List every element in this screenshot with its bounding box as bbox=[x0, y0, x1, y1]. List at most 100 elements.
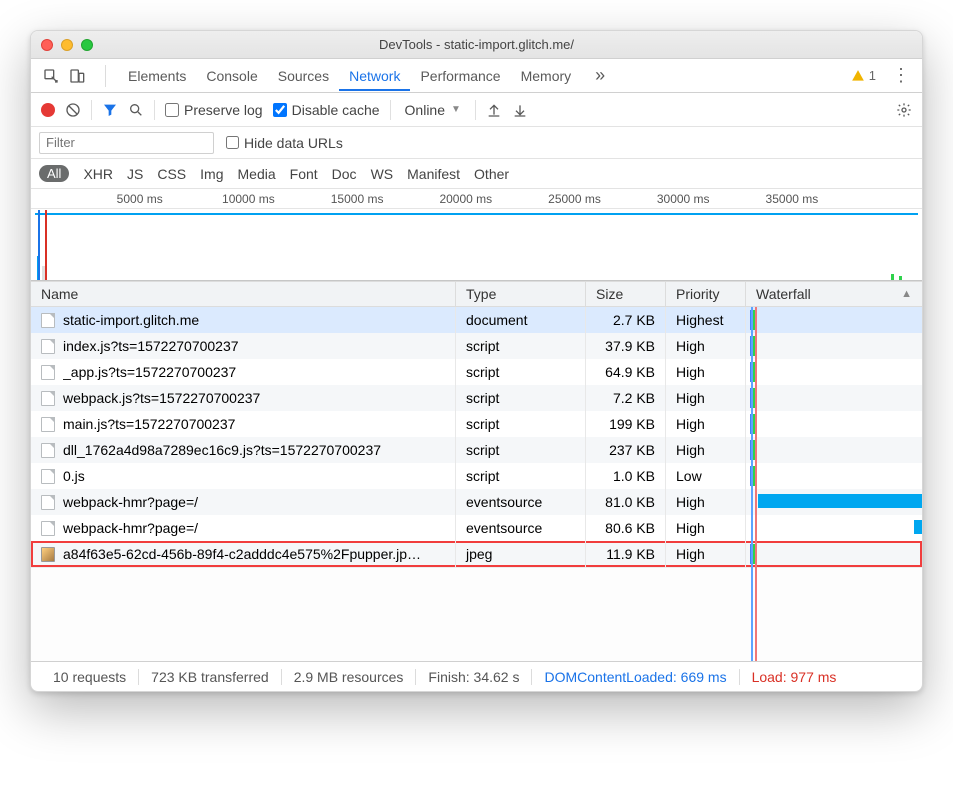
status-bar: 10 requests 723 KB transferred 2.9 MB re… bbox=[31, 661, 922, 691]
file-icon bbox=[41, 417, 55, 432]
row-name: 0.js bbox=[63, 468, 85, 484]
status-load: Load: 977 ms bbox=[740, 669, 837, 685]
device-toolbar-icon[interactable] bbox=[69, 68, 85, 84]
main-tabs: ElementsConsoleSourcesNetworkPerformance… bbox=[31, 59, 922, 93]
status-finish: Finish: 34.62 s bbox=[416, 669, 532, 685]
row-type: eventsource bbox=[456, 489, 586, 515]
filter-input[interactable] bbox=[39, 132, 214, 154]
timeline-overview[interactable]: 5000 ms10000 ms15000 ms20000 ms25000 ms3… bbox=[31, 189, 922, 281]
warnings-indicator[interactable]: 1 bbox=[851, 68, 876, 83]
filter-manifest[interactable]: Manifest bbox=[407, 166, 460, 182]
tab-elements[interactable]: Elements bbox=[118, 61, 196, 91]
row-priority: High bbox=[666, 437, 746, 463]
timeline-tick: 15000 ms bbox=[331, 192, 384, 206]
row-type: script bbox=[456, 411, 586, 437]
filter-all[interactable]: All bbox=[39, 165, 69, 182]
throttling-select[interactable]: Online ▼ bbox=[401, 102, 465, 118]
row-name: dll_1762a4d98a7289ec16c9.js?ts=157227070… bbox=[63, 442, 381, 458]
filter-ws[interactable]: WS bbox=[371, 166, 394, 182]
hide-data-urls-input[interactable] bbox=[226, 136, 239, 149]
filter-doc[interactable]: Doc bbox=[332, 166, 357, 182]
tab-memory[interactable]: Memory bbox=[511, 61, 582, 91]
hide-data-urls-checkbox[interactable]: Hide data URLs bbox=[226, 135, 343, 151]
row-size: 37.9 KB bbox=[586, 333, 666, 359]
clear-icon[interactable] bbox=[65, 102, 81, 118]
filter-font[interactable]: Font bbox=[290, 166, 318, 182]
filter-icon[interactable] bbox=[102, 102, 118, 118]
row-type: eventsource bbox=[456, 515, 586, 541]
titlebar: DevTools - static-import.glitch.me/ bbox=[31, 31, 922, 59]
filter-js[interactable]: JS bbox=[127, 166, 143, 182]
filter-other[interactable]: Other bbox=[474, 166, 509, 182]
col-priority[interactable]: Priority bbox=[666, 282, 746, 306]
network-toolbar: Preserve log Disable cache Online ▼ bbox=[31, 93, 922, 127]
disable-cache-checkbox[interactable]: Disable cache bbox=[273, 102, 380, 118]
row-name: index.js?ts=1572270700237 bbox=[63, 338, 239, 354]
status-domcontentloaded: DOMContentLoaded: 669 ms bbox=[532, 669, 739, 685]
timeline-tick: 30000 ms bbox=[657, 192, 710, 206]
row-name: main.js?ts=1572270700237 bbox=[63, 416, 235, 432]
col-size[interactable]: Size bbox=[586, 282, 666, 306]
row-size: 237 KB bbox=[586, 437, 666, 463]
settings-menu-button[interactable]: ⋮ bbox=[888, 65, 914, 86]
warning-count: 1 bbox=[869, 68, 876, 83]
row-size: 81.0 KB bbox=[586, 489, 666, 515]
disable-cache-input[interactable] bbox=[273, 103, 287, 117]
file-icon bbox=[41, 469, 55, 484]
filter-xhr[interactable]: XHR bbox=[83, 166, 113, 182]
tab-console[interactable]: Console bbox=[196, 61, 267, 91]
filter-row: Hide data URLs bbox=[31, 127, 922, 159]
row-size: 2.7 KB bbox=[586, 307, 666, 333]
row-priority: High bbox=[666, 515, 746, 541]
row-type: script bbox=[456, 333, 586, 359]
row-priority: Highest bbox=[666, 307, 746, 333]
inspect-icon[interactable] bbox=[43, 68, 59, 84]
preserve-log-checkbox[interactable]: Preserve log bbox=[165, 102, 263, 118]
row-name: _app.js?ts=1572270700237 bbox=[63, 364, 236, 380]
network-table: Name Type Size Priority Waterfall▲ stati… bbox=[31, 281, 922, 661]
upload-har-icon[interactable] bbox=[486, 102, 502, 118]
file-icon bbox=[41, 521, 55, 536]
row-type: script bbox=[456, 385, 586, 411]
file-icon bbox=[41, 339, 55, 354]
table-header: Name Type Size Priority Waterfall▲ bbox=[31, 281, 922, 307]
chevron-down-icon: ▼ bbox=[451, 104, 461, 115]
record-button[interactable] bbox=[41, 103, 55, 117]
filter-img[interactable]: Img bbox=[200, 166, 223, 182]
tab-performance[interactable]: Performance bbox=[410, 61, 510, 91]
status-requests: 10 requests bbox=[41, 669, 139, 685]
type-filters: All XHR JS CSS Img Media Font Doc WS Manifest Oth… bbox=[31, 159, 922, 189]
row-name: webpack-hmr?page=/ bbox=[63, 494, 198, 510]
download-har-icon[interactable] bbox=[512, 102, 528, 118]
filter-css[interactable]: CSS bbox=[157, 166, 186, 182]
filter-media[interactable]: Media bbox=[238, 166, 276, 182]
col-type[interactable]: Type bbox=[456, 282, 586, 306]
image-file-icon bbox=[41, 547, 55, 562]
row-type: script bbox=[456, 359, 586, 385]
row-size: 1.0 KB bbox=[586, 463, 666, 489]
file-icon bbox=[41, 443, 55, 458]
preserve-log-input[interactable] bbox=[165, 103, 179, 117]
row-size: 199 KB bbox=[586, 411, 666, 437]
timeline-tick: 10000 ms bbox=[222, 192, 275, 206]
row-name: webpack.js?ts=1572270700237 bbox=[63, 390, 260, 406]
row-priority: High bbox=[666, 333, 746, 359]
row-type: jpeg bbox=[456, 541, 586, 567]
tab-network[interactable]: Network bbox=[339, 61, 410, 91]
gear-icon[interactable] bbox=[896, 102, 912, 118]
file-icon bbox=[41, 495, 55, 510]
tab-sources[interactable]: Sources bbox=[268, 61, 339, 91]
sort-arrow-icon: ▲ bbox=[901, 288, 912, 300]
row-size: 80.6 KB bbox=[586, 515, 666, 541]
row-size: 7.2 KB bbox=[586, 385, 666, 411]
col-waterfall[interactable]: Waterfall▲ bbox=[746, 282, 922, 306]
status-resources: 2.9 MB resources bbox=[282, 669, 417, 685]
col-name[interactable]: Name bbox=[31, 282, 456, 306]
timeline-tick: 35000 ms bbox=[766, 192, 819, 206]
row-priority: High bbox=[666, 359, 746, 385]
search-icon[interactable] bbox=[128, 102, 144, 118]
tabs-overflow-button[interactable]: » bbox=[587, 65, 613, 86]
row-priority: High bbox=[666, 541, 746, 567]
row-name: a84f63e5-62cd-456b-89f4-c2adddc4e575%2Fp… bbox=[63, 546, 421, 562]
status-transferred: 723 KB transferred bbox=[139, 669, 282, 685]
